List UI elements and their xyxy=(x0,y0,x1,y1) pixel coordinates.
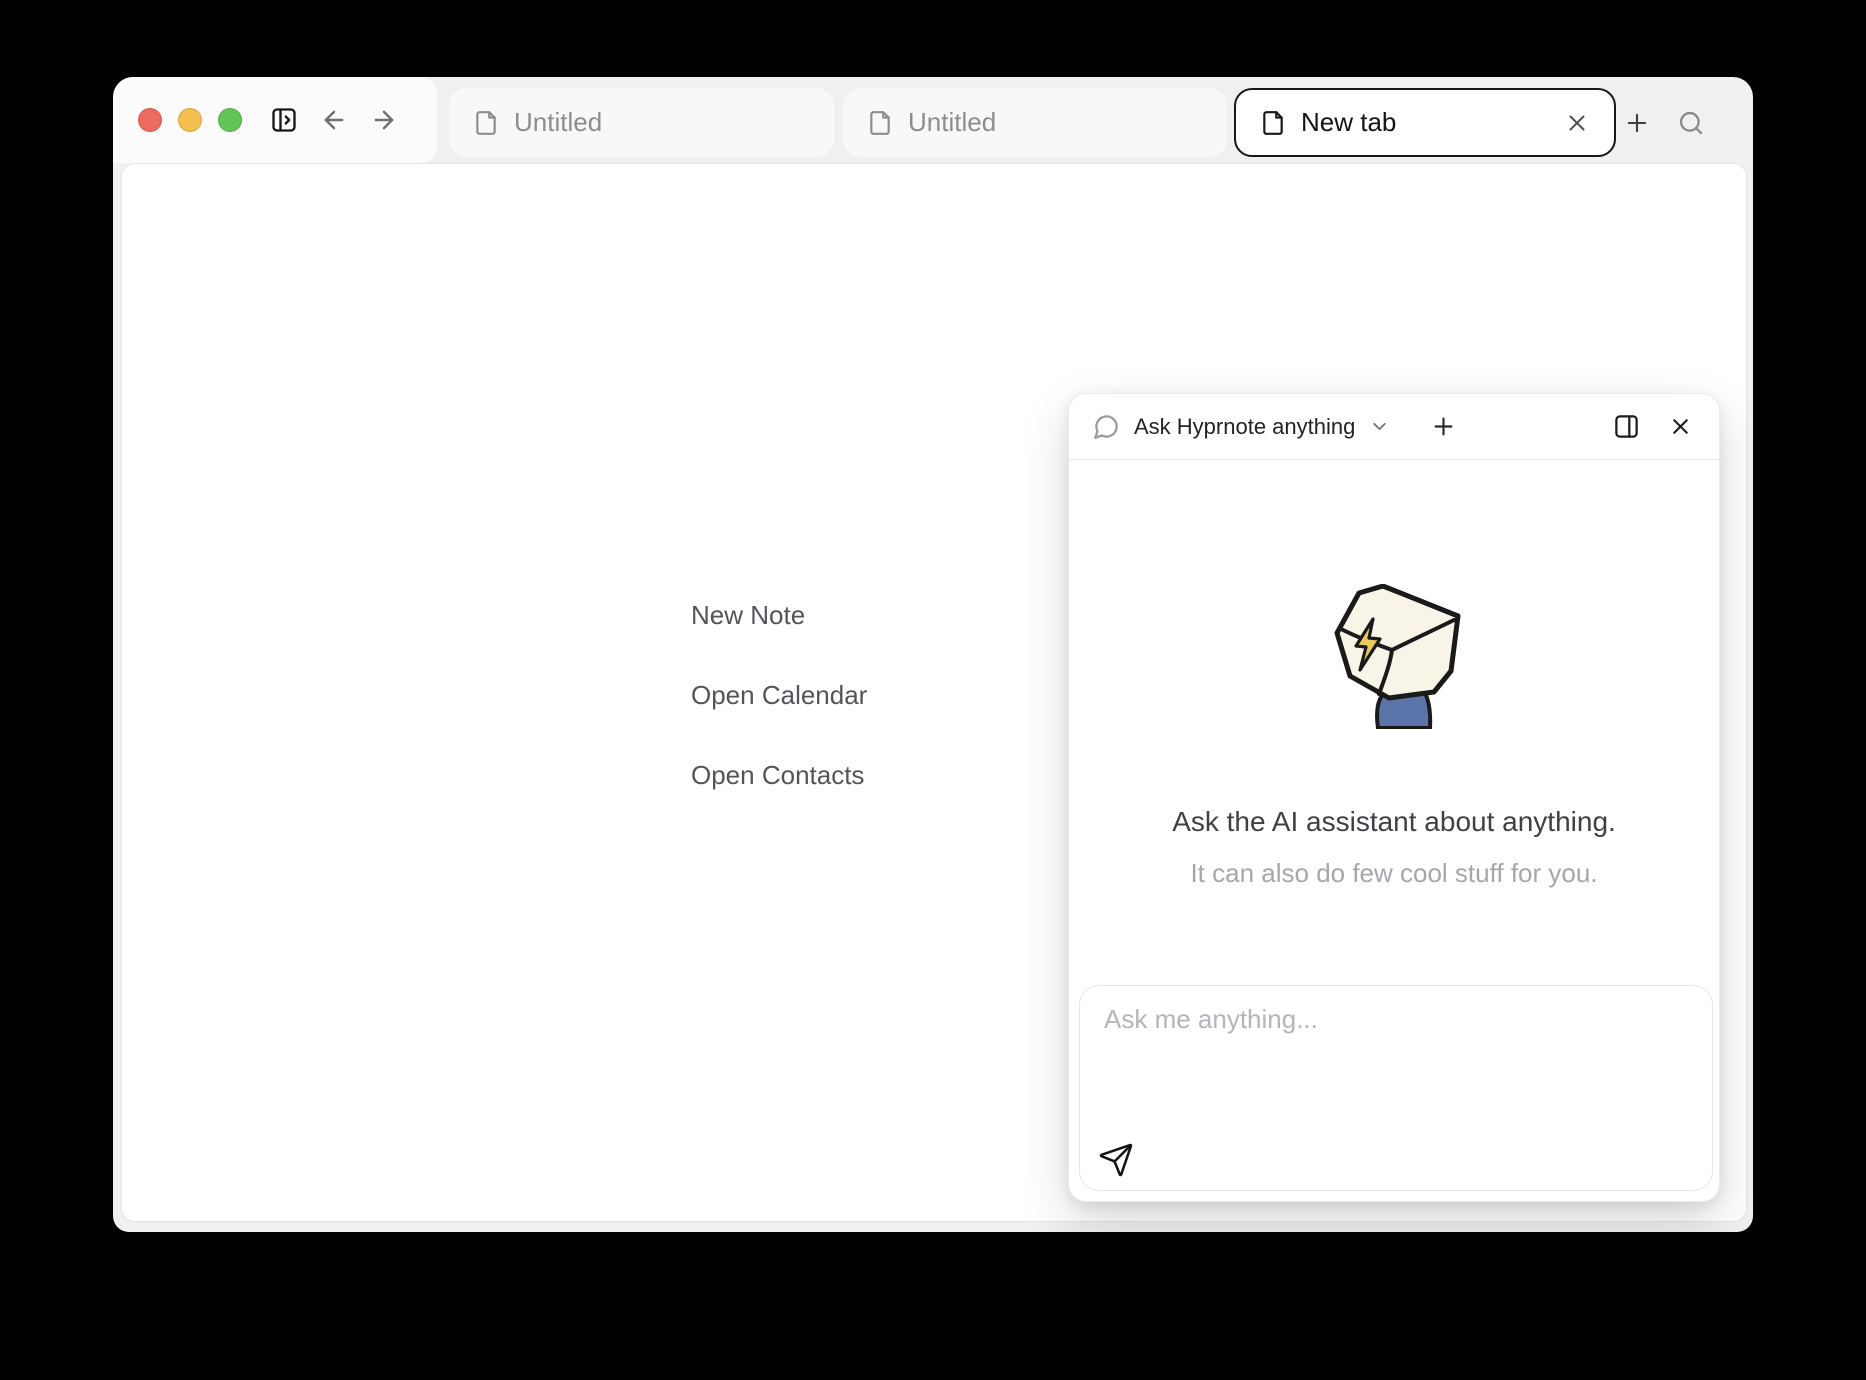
send-icon xyxy=(1098,1142,1134,1178)
close-icon xyxy=(1564,110,1590,136)
plus-icon xyxy=(1623,109,1651,137)
app-window: Untitled Untitled New tab xyxy=(113,77,1753,1232)
file-icon xyxy=(473,110,499,136)
chevron-down-icon xyxy=(1369,416,1390,437)
assistant-title: Ask Hyprnote anything xyxy=(1134,414,1355,440)
chat-selector-dropdown[interactable] xyxy=(1369,416,1390,437)
tab-label: Untitled xyxy=(908,107,996,138)
open-contacts-link[interactable]: Open Contacts xyxy=(691,759,864,791)
panel-left-open-icon xyxy=(270,106,298,134)
tab-new-tab-active[interactable]: New tab xyxy=(1234,88,1616,157)
traffic-lights xyxy=(138,108,242,132)
new-tab-button[interactable] xyxy=(1623,109,1651,137)
close-tab-button[interactable] xyxy=(1564,110,1590,136)
new-chat-button[interactable] xyxy=(1430,413,1457,440)
prompt-box xyxy=(1079,985,1713,1191)
toggle-sidebar-button[interactable] xyxy=(270,106,298,134)
close-assistant-button[interactable] xyxy=(1668,414,1693,439)
arrow-left-icon xyxy=(320,106,348,134)
toolbar-group xyxy=(113,77,437,163)
tab-label: Untitled xyxy=(514,107,602,138)
assistant-input[interactable] xyxy=(1080,986,1712,1136)
plus-icon xyxy=(1430,413,1457,440)
assistant-header: Ask Hyprnote anything xyxy=(1069,394,1719,460)
zoom-window-button[interactable] xyxy=(218,108,242,132)
tab-untitled-2[interactable]: Untitled xyxy=(843,88,1227,157)
assistant-heading: Ask the AI assistant about anything. xyxy=(1069,806,1719,838)
new-note-link[interactable]: New Note xyxy=(691,599,805,631)
open-calendar-link[interactable]: Open Calendar xyxy=(691,679,867,711)
close-icon xyxy=(1668,414,1693,439)
message-circle-icon xyxy=(1093,413,1120,440)
assistant-mascot xyxy=(1334,584,1464,729)
assistant-subheading: It can also do few cool stuff for you. xyxy=(1069,858,1719,889)
forward-button[interactable] xyxy=(370,106,398,134)
arrow-right-icon xyxy=(370,106,398,134)
search-button[interactable] xyxy=(1677,109,1705,137)
close-window-button[interactable] xyxy=(138,108,162,132)
send-button[interactable] xyxy=(1098,1142,1134,1178)
tab-label: New tab xyxy=(1301,107,1396,138)
tab-untitled-1[interactable]: Untitled xyxy=(449,88,834,157)
file-icon xyxy=(1260,110,1286,136)
minimize-window-button[interactable] xyxy=(178,108,202,132)
search-icon xyxy=(1677,109,1705,137)
dock-panel-button[interactable] xyxy=(1613,413,1640,440)
ai-assistant-panel: Ask Hyprnote anything xyxy=(1068,393,1720,1202)
panel-right-icon xyxy=(1613,413,1640,440)
file-icon xyxy=(867,110,893,136)
back-button[interactable] xyxy=(320,106,348,134)
